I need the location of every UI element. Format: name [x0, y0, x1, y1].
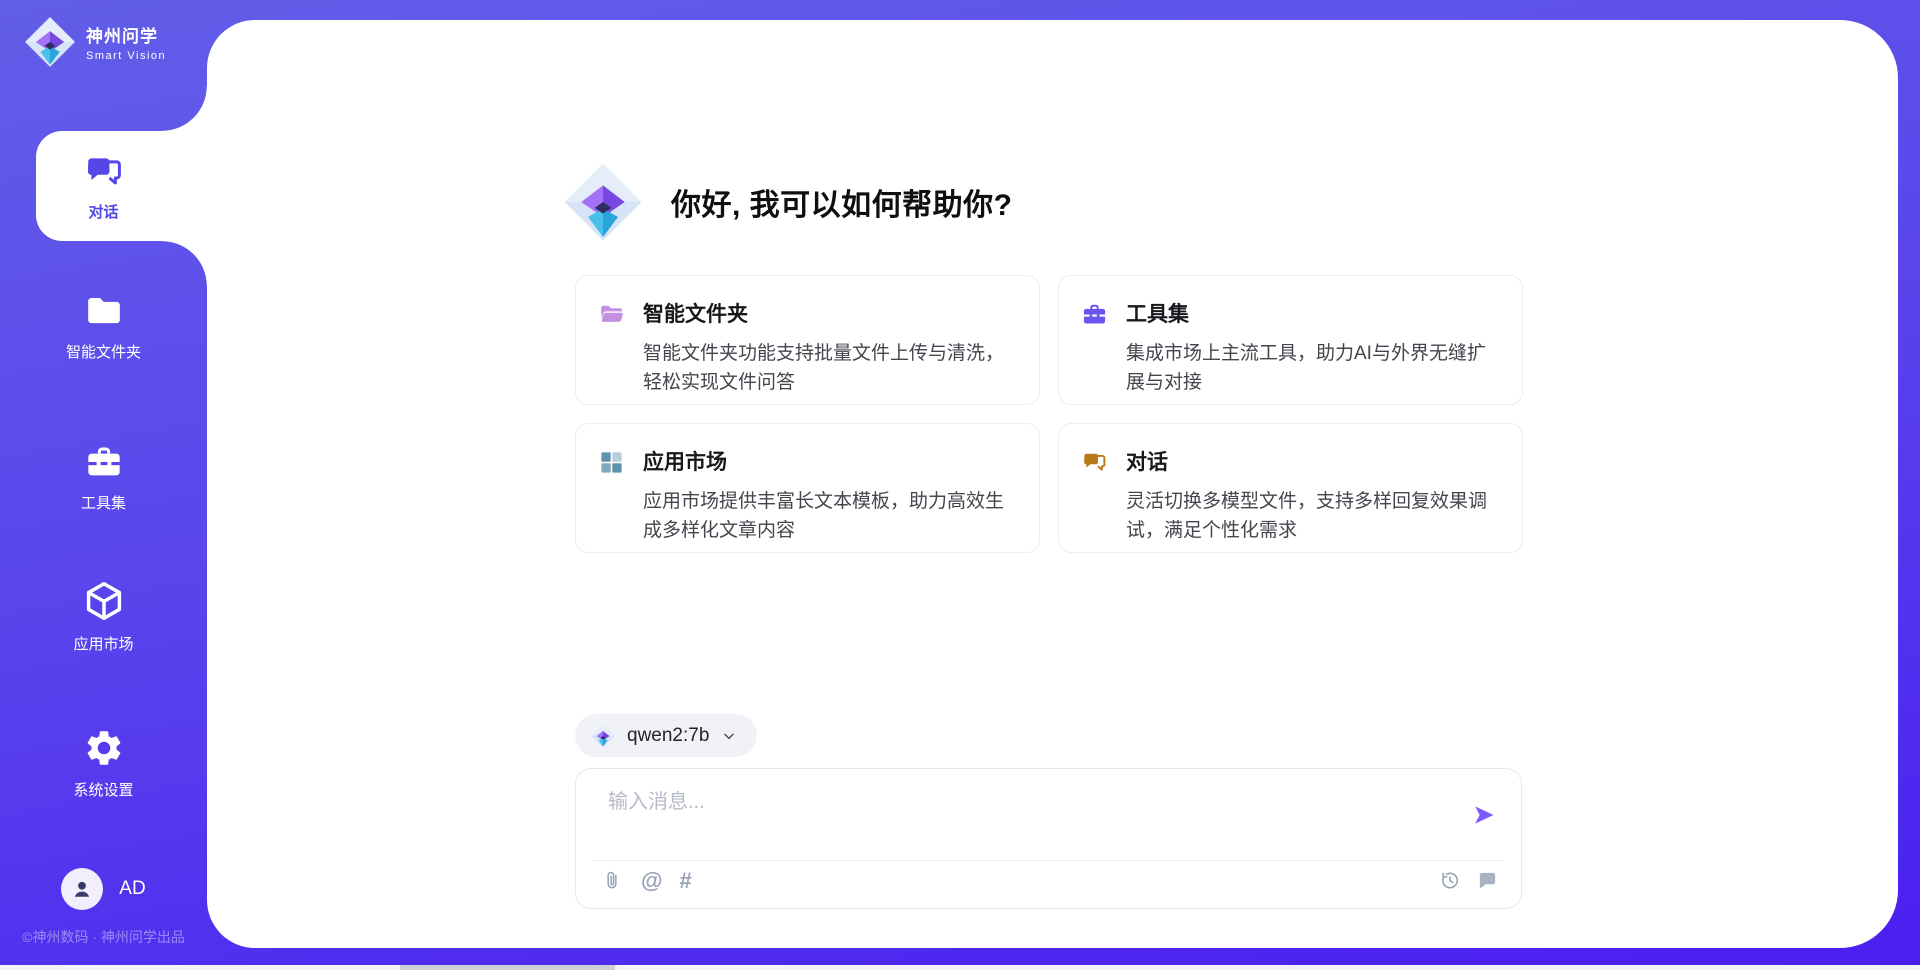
brand-subtitle: Smart Vision [86, 50, 166, 62]
history-icon[interactable] [1438, 869, 1461, 892]
send-icon[interactable] [1472, 803, 1496, 827]
sidebar-item-label: 工具集 [81, 492, 126, 513]
sidebar-item-smart-folder[interactable]: 智能文件夹 [0, 291, 207, 362]
chevron-down-icon [721, 728, 737, 744]
grid-icon [598, 449, 625, 476]
sidebar-item-system-settings[interactable]: 系统设置 [0, 727, 207, 800]
horizontal-scrollbar-track[interactable] [0, 965, 1920, 970]
sidebar-item-app-market[interactable]: 应用市场 [0, 579, 207, 654]
card-title: 工具集 [1126, 298, 1494, 328]
card-toolset[interactable]: 工具集 集成市场上主流工具，助力AI与外界无缝扩展与对接 [1058, 275, 1523, 405]
sidebar-item-toolset[interactable]: 工具集 [0, 442, 207, 513]
brand-name: 神州问学 [86, 22, 166, 47]
chat-icon [83, 151, 125, 193]
toolbox-icon [84, 442, 124, 482]
sidebar-item-chat-content: 对话 [36, 131, 207, 241]
card-app-market[interactable]: 应用市场 应用市场提供丰富长文本模板，助力高效生成多样化文章内容 [575, 423, 1040, 553]
chat-bubble-icon[interactable] [1476, 869, 1499, 892]
greeting-text: 你好, 我可以如何帮助你? [671, 180, 1013, 224]
message-input[interactable] [608, 783, 1428, 821]
sidebar-item-label: 系统设置 [73, 779, 133, 800]
card-title: 对话 [1126, 446, 1494, 476]
sidebar-item-label: 应用市场 [73, 633, 133, 654]
cube-icon [82, 579, 126, 623]
hash-icon[interactable]: # [679, 869, 691, 892]
toolbox-icon [1081, 301, 1108, 328]
paperclip-icon[interactable] [601, 869, 624, 892]
card-description: 应用市场提供丰富长文本模板，助力高效生成多样化文章内容 [643, 487, 1011, 545]
sidebar-item-chat[interactable]: 对话 [36, 131, 207, 241]
model-name: qwen2:7b [627, 725, 709, 747]
card-chat[interactable]: 对话 灵活切换多模型文件，支持多样回复效果调试，满足个性化需求 [1058, 423, 1523, 553]
message-composer: @ # [575, 768, 1522, 909]
composer-tools-left: @ # [601, 869, 692, 892]
sidebar-item-label: 对话 [88, 201, 118, 222]
brand-text: 神州问学 Smart Vision [86, 22, 166, 62]
avatar [61, 868, 103, 910]
user-name: AD [119, 878, 145, 900]
card-smart-folder[interactable]: 智能文件夹 智能文件夹功能支持批量文件上传与清洗，轻松实现文件问答 [575, 275, 1040, 405]
user-profile[interactable]: AD [0, 868, 207, 910]
at-mention-icon[interactable]: @ [641, 869, 662, 892]
card-description: 智能文件夹功能支持批量文件上传与清洗，轻松实现文件问答 [643, 339, 1011, 397]
sidebar: 神州问学 Smart Vision 对话 智能文件夹 工具集 应用市场 系统设置… [0, 0, 207, 970]
card-title: 智能文件夹 [643, 298, 1011, 328]
composer-tools-right [1438, 869, 1499, 892]
brand: 神州问学 Smart Vision [24, 16, 166, 68]
folder-icon [84, 291, 124, 331]
greeting: 你好, 我可以如何帮助你? [563, 162, 1013, 242]
card-description: 灵活切换多模型文件，支持多样回复效果调试，满足个性化需求 [1126, 487, 1494, 545]
composer-divider [594, 860, 1503, 861]
sidebar-item-label: 智能文件夹 [66, 341, 141, 362]
horizontal-scrollbar-thumb[interactable] [400, 965, 615, 970]
person-icon [69, 876, 95, 902]
chat-icon [1081, 449, 1108, 476]
sidebar-footer: ©神州数码 · 神州问学出品 [0, 927, 207, 947]
brand-diamond-logo-icon [24, 16, 76, 68]
greeting-diamond-logo-icon [563, 162, 643, 242]
model-diamond-logo-icon [591, 724, 615, 748]
card-description: 集成市场上主流工具，助力AI与外界无缝扩展与对接 [1126, 339, 1494, 397]
model-selector[interactable]: qwen2:7b [575, 714, 757, 757]
card-title: 应用市场 [643, 446, 1011, 476]
feature-cards: 智能文件夹 智能文件夹功能支持批量文件上传与清洗，轻松实现文件问答 工具集 集成… [575, 275, 1523, 553]
gear-icon [83, 727, 125, 769]
main-panel: 你好, 我可以如何帮助你? 智能文件夹 智能文件夹功能支持批量文件上传与清洗，轻… [207, 20, 1898, 948]
folder-open-icon [598, 301, 625, 328]
